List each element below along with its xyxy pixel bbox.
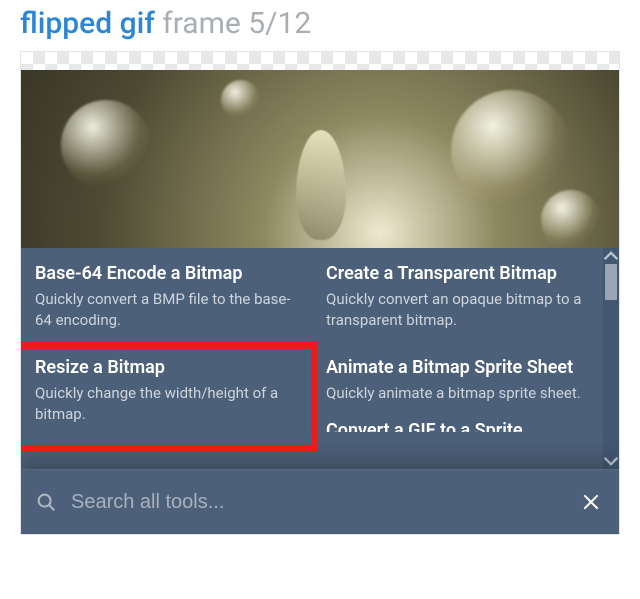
gif-preview: Base-64 Encode a Bitmap Quickly convert … bbox=[21, 70, 619, 534]
search-icon bbox=[35, 491, 57, 513]
tool-title: Animate a Bitmap Sprite Sheet bbox=[326, 356, 589, 379]
tools-overlay: Base-64 Encode a Bitmap Quickly convert … bbox=[21, 248, 619, 534]
tool-resize-bitmap[interactable]: Resize a Bitmap Quickly change the width… bbox=[21, 344, 312, 438]
tool-desc: Quickly animate a bitmap sprite sheet. bbox=[326, 383, 589, 403]
tool-base64-encode-bitmap[interactable]: Base-64 Encode a Bitmap Quickly convert … bbox=[21, 248, 312, 344]
tool-create-transparent-bitmap[interactable]: Create a Transparent Bitmap Quickly conv… bbox=[312, 248, 603, 344]
tools-list: Base-64 Encode a Bitmap Quickly convert … bbox=[21, 248, 619, 469]
tool-desc: Quickly convert a BMP file to the base-6… bbox=[35, 289, 298, 330]
title-frame-counter: frame 5/12 bbox=[162, 6, 311, 41]
close-icon[interactable] bbox=[581, 492, 601, 512]
tool-partial-next: Convert a GIF to a Sprite bbox=[312, 418, 603, 432]
transparency-checker bbox=[21, 52, 619, 70]
search-input[interactable] bbox=[71, 491, 581, 514]
tools-column-left: Base-64 Encode a Bitmap Quickly convert … bbox=[21, 248, 312, 469]
title-main: flipped gif bbox=[20, 6, 155, 41]
tool-title: Base-64 Encode a Bitmap bbox=[35, 262, 298, 285]
tools-column-right: Create a Transparent Bitmap Quickly conv… bbox=[312, 248, 603, 469]
tool-animate-bitmap-sprite-sheet[interactable]: Animate a Bitmap Sprite Sheet Quickly an… bbox=[312, 344, 603, 418]
search-bar bbox=[21, 469, 619, 534]
scroll-down-button[interactable] bbox=[603, 453, 619, 469]
tool-title: Create a Transparent Bitmap bbox=[326, 262, 589, 285]
scroll-up-button[interactable] bbox=[603, 248, 619, 264]
tool-desc: Quickly convert an opaque bitmap to a tr… bbox=[326, 289, 589, 330]
page-header: flipped gif frame 5/12 bbox=[0, 0, 640, 51]
preview-frame: Base-64 Encode a Bitmap Quickly convert … bbox=[20, 51, 620, 535]
tool-desc: Quickly change the width/height of a bit… bbox=[35, 383, 298, 424]
tool-title: Resize a Bitmap bbox=[35, 356, 298, 379]
tools-scrollbar[interactable] bbox=[603, 248, 619, 469]
scroll-thumb[interactable] bbox=[605, 264, 617, 300]
